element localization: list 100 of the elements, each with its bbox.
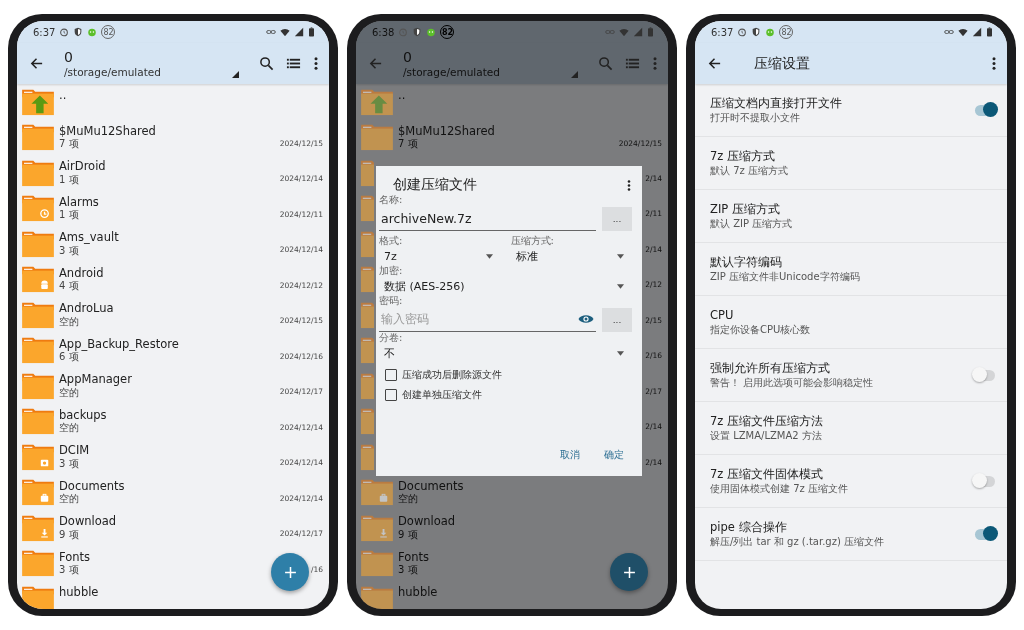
setting-summary: 默认 7z 压缩方式 <box>710 163 789 177</box>
toggle-switch[interactable] <box>975 104 995 116</box>
checkbox[interactable] <box>385 369 397 381</box>
settings-item[interactable]: 强制允许所有压缩方式 警告！ 启用此选项可能会影响稳定性 <box>695 349 1007 402</box>
settings-item[interactable]: ZIP 压缩方式 默认 ZIP 压缩方式 <box>695 190 1007 243</box>
item-count: 空的 <box>59 315 79 328</box>
folder-name[interactable]: hubble <box>398 586 662 600</box>
settings-item[interactable]: 压缩文档内直接打开文件 打开时不提取小文件 <box>695 84 1007 137</box>
folder-name[interactable]: AppManager <box>59 373 323 387</box>
folder-path[interactable]: /storage/emulated <box>64 65 220 79</box>
more-options-icon[interactable] <box>313 56 319 71</box>
status-time: 6:37 <box>33 26 56 38</box>
parent-folder-icon <box>360 87 394 116</box>
password-options-button[interactable]: ... <box>602 307 632 332</box>
alarm-clock-icon <box>59 27 70 37</box>
confirm-button[interactable]: 确定 <box>604 448 624 462</box>
caret-icon <box>485 253 493 259</box>
folder-name[interactable]: Fonts <box>398 550 662 564</box>
folder-name[interactable]: Download <box>398 515 662 529</box>
browse-button[interactable]: ... <box>602 206 632 231</box>
settings-item[interactable]: 7z 压缩文件固体模式 使用固体模式创建 7z 压缩文件 <box>695 455 1007 508</box>
wifi-icon <box>280 27 290 37</box>
folder-name[interactable]: $MuMu12Shared <box>59 124 323 138</box>
format-dropdown[interactable]: 7z <box>379 247 501 265</box>
encryption-dropdown[interactable]: 数据 (AES-256) <box>379 277 632 295</box>
toggle-switch[interactable] <box>975 369 995 381</box>
folder-name[interactable]: AirDroid <box>59 160 323 174</box>
field-label: 名称: <box>379 194 404 206</box>
list-view-icon[interactable] <box>286 56 301 71</box>
robot-face-icon <box>87 27 98 37</box>
folder-name[interactable]: AndroLua <box>59 302 323 316</box>
item-count: 6 项 <box>59 351 79 363</box>
folder-name[interactable]: Alarms <box>59 195 323 209</box>
more-options-icon[interactable] <box>991 56 997 71</box>
item-count: 7 项 <box>59 138 79 150</box>
alarm-clock-icon <box>398 27 409 37</box>
folder-name[interactable]: Fonts <box>59 550 323 564</box>
item-count: 3 项 <box>59 457 79 470</box>
settings-item[interactable]: 7z 压缩方式 默认 7z 压缩方式 <box>695 137 1007 190</box>
link-icon <box>266 27 276 37</box>
checkbox[interactable] <box>385 389 397 401</box>
folder-name[interactable]: App_Backup_Restore <box>59 337 323 351</box>
setting-summary: 警告！ 启用此选项可能会影响稳定性 <box>710 375 875 389</box>
battery-icon <box>986 27 993 37</box>
setting-summary: 使用固体模式创建 7z 压缩文件 <box>710 481 849 495</box>
folder-icon <box>360 123 394 152</box>
item-count: 3 项 <box>59 564 79 576</box>
eye-icon[interactable] <box>578 314 594 324</box>
item-count: 4 项 <box>59 280 79 292</box>
item-count: 空的 <box>59 493 79 505</box>
setting-summary: ZIP 压缩文件非Unicode字符编码 <box>710 269 861 283</box>
setting-title: 7z 压缩文件固体模式 <box>710 467 824 482</box>
settings-item[interactable]: pipe 综合操作 解压/列出 tar 和 gz (.tar.gz) 压缩文件 <box>695 508 1007 561</box>
split-dropdown[interactable]: 不 <box>379 344 632 362</box>
field-label: 分卷: <box>379 332 404 344</box>
folder-name[interactable]: Android <box>59 266 323 280</box>
folder-icon <box>21 123 55 152</box>
folder-name[interactable]: $MuMu12Shared <box>398 124 662 138</box>
link-icon <box>605 27 615 37</box>
link-icon <box>944 27 954 37</box>
setting-title: 压缩文档内直接打开文件 <box>710 96 843 111</box>
back-arrow-icon[interactable] <box>29 56 44 71</box>
settings-item[interactable]: 默认字符编码 ZIP 压缩文件非Unicode字符编码 <box>695 243 1007 296</box>
dropdown-corner-icon[interactable] <box>232 71 239 78</box>
folder-name[interactable]: .. <box>398 89 662 103</box>
caret-icon <box>617 350 624 356</box>
plus-icon <box>622 565 636 579</box>
toggle-switch[interactable] <box>975 528 995 540</box>
toggle-switch[interactable] <box>975 475 995 487</box>
folder-name[interactable]: Ams_vault <box>59 231 323 245</box>
folder-icon <box>360 336 374 365</box>
folder-name[interactable]: hubble <box>59 586 323 600</box>
folder-name[interactable]: DCIM <box>59 444 323 458</box>
checkbox-label[interactable]: 压缩成功后删除源文件 <box>402 368 502 382</box>
settings-item[interactable]: 7z 压缩文件压缩方法 设置 LZMA/LZMA2 方法 <box>695 402 1007 455</box>
folder-name[interactable]: Documents <box>398 479 662 493</box>
setting-summary: 指定你设备CPU核心数 <box>710 322 812 336</box>
parent-folder-icon <box>21 87 55 116</box>
folder-name[interactable]: .. <box>59 89 323 103</box>
more-options-icon[interactable] <box>626 178 632 192</box>
settings-item[interactable]: CPU 指定你设备CPU核心数 <box>695 296 1007 349</box>
cancel-button[interactable]: 取消 <box>560 448 580 462</box>
setting-title: 默认字符编码 <box>710 255 783 270</box>
name-input-field[interactable]: archiveNew.7z <box>379 206 596 231</box>
android-folder-icon <box>21 265 55 294</box>
setting-summary: 解压/列出 tar 和 gz (.tar.gz) 压缩文件 <box>710 534 886 548</box>
password-input-field[interactable]: 输入密码 <box>381 312 578 326</box>
add-button[interactable] <box>271 553 309 591</box>
folder-title: 0 <box>64 48 74 66</box>
search-icon[interactable] <box>259 56 274 71</box>
folder-name[interactable]: Documents <box>59 479 323 493</box>
folder-name[interactable]: Download <box>59 515 323 529</box>
checkbox-label[interactable]: 创建单独压缩文件 <box>402 388 482 402</box>
folder-icon <box>360 229 374 258</box>
method-dropdown[interactable]: 标准 <box>510 247 632 265</box>
folder-name[interactable]: backups <box>59 408 323 422</box>
back-arrow-icon[interactable] <box>707 56 722 71</box>
briefcase-folder-icon <box>21 478 55 507</box>
camera-folder-icon <box>21 442 55 471</box>
folder-icon <box>21 371 55 400</box>
